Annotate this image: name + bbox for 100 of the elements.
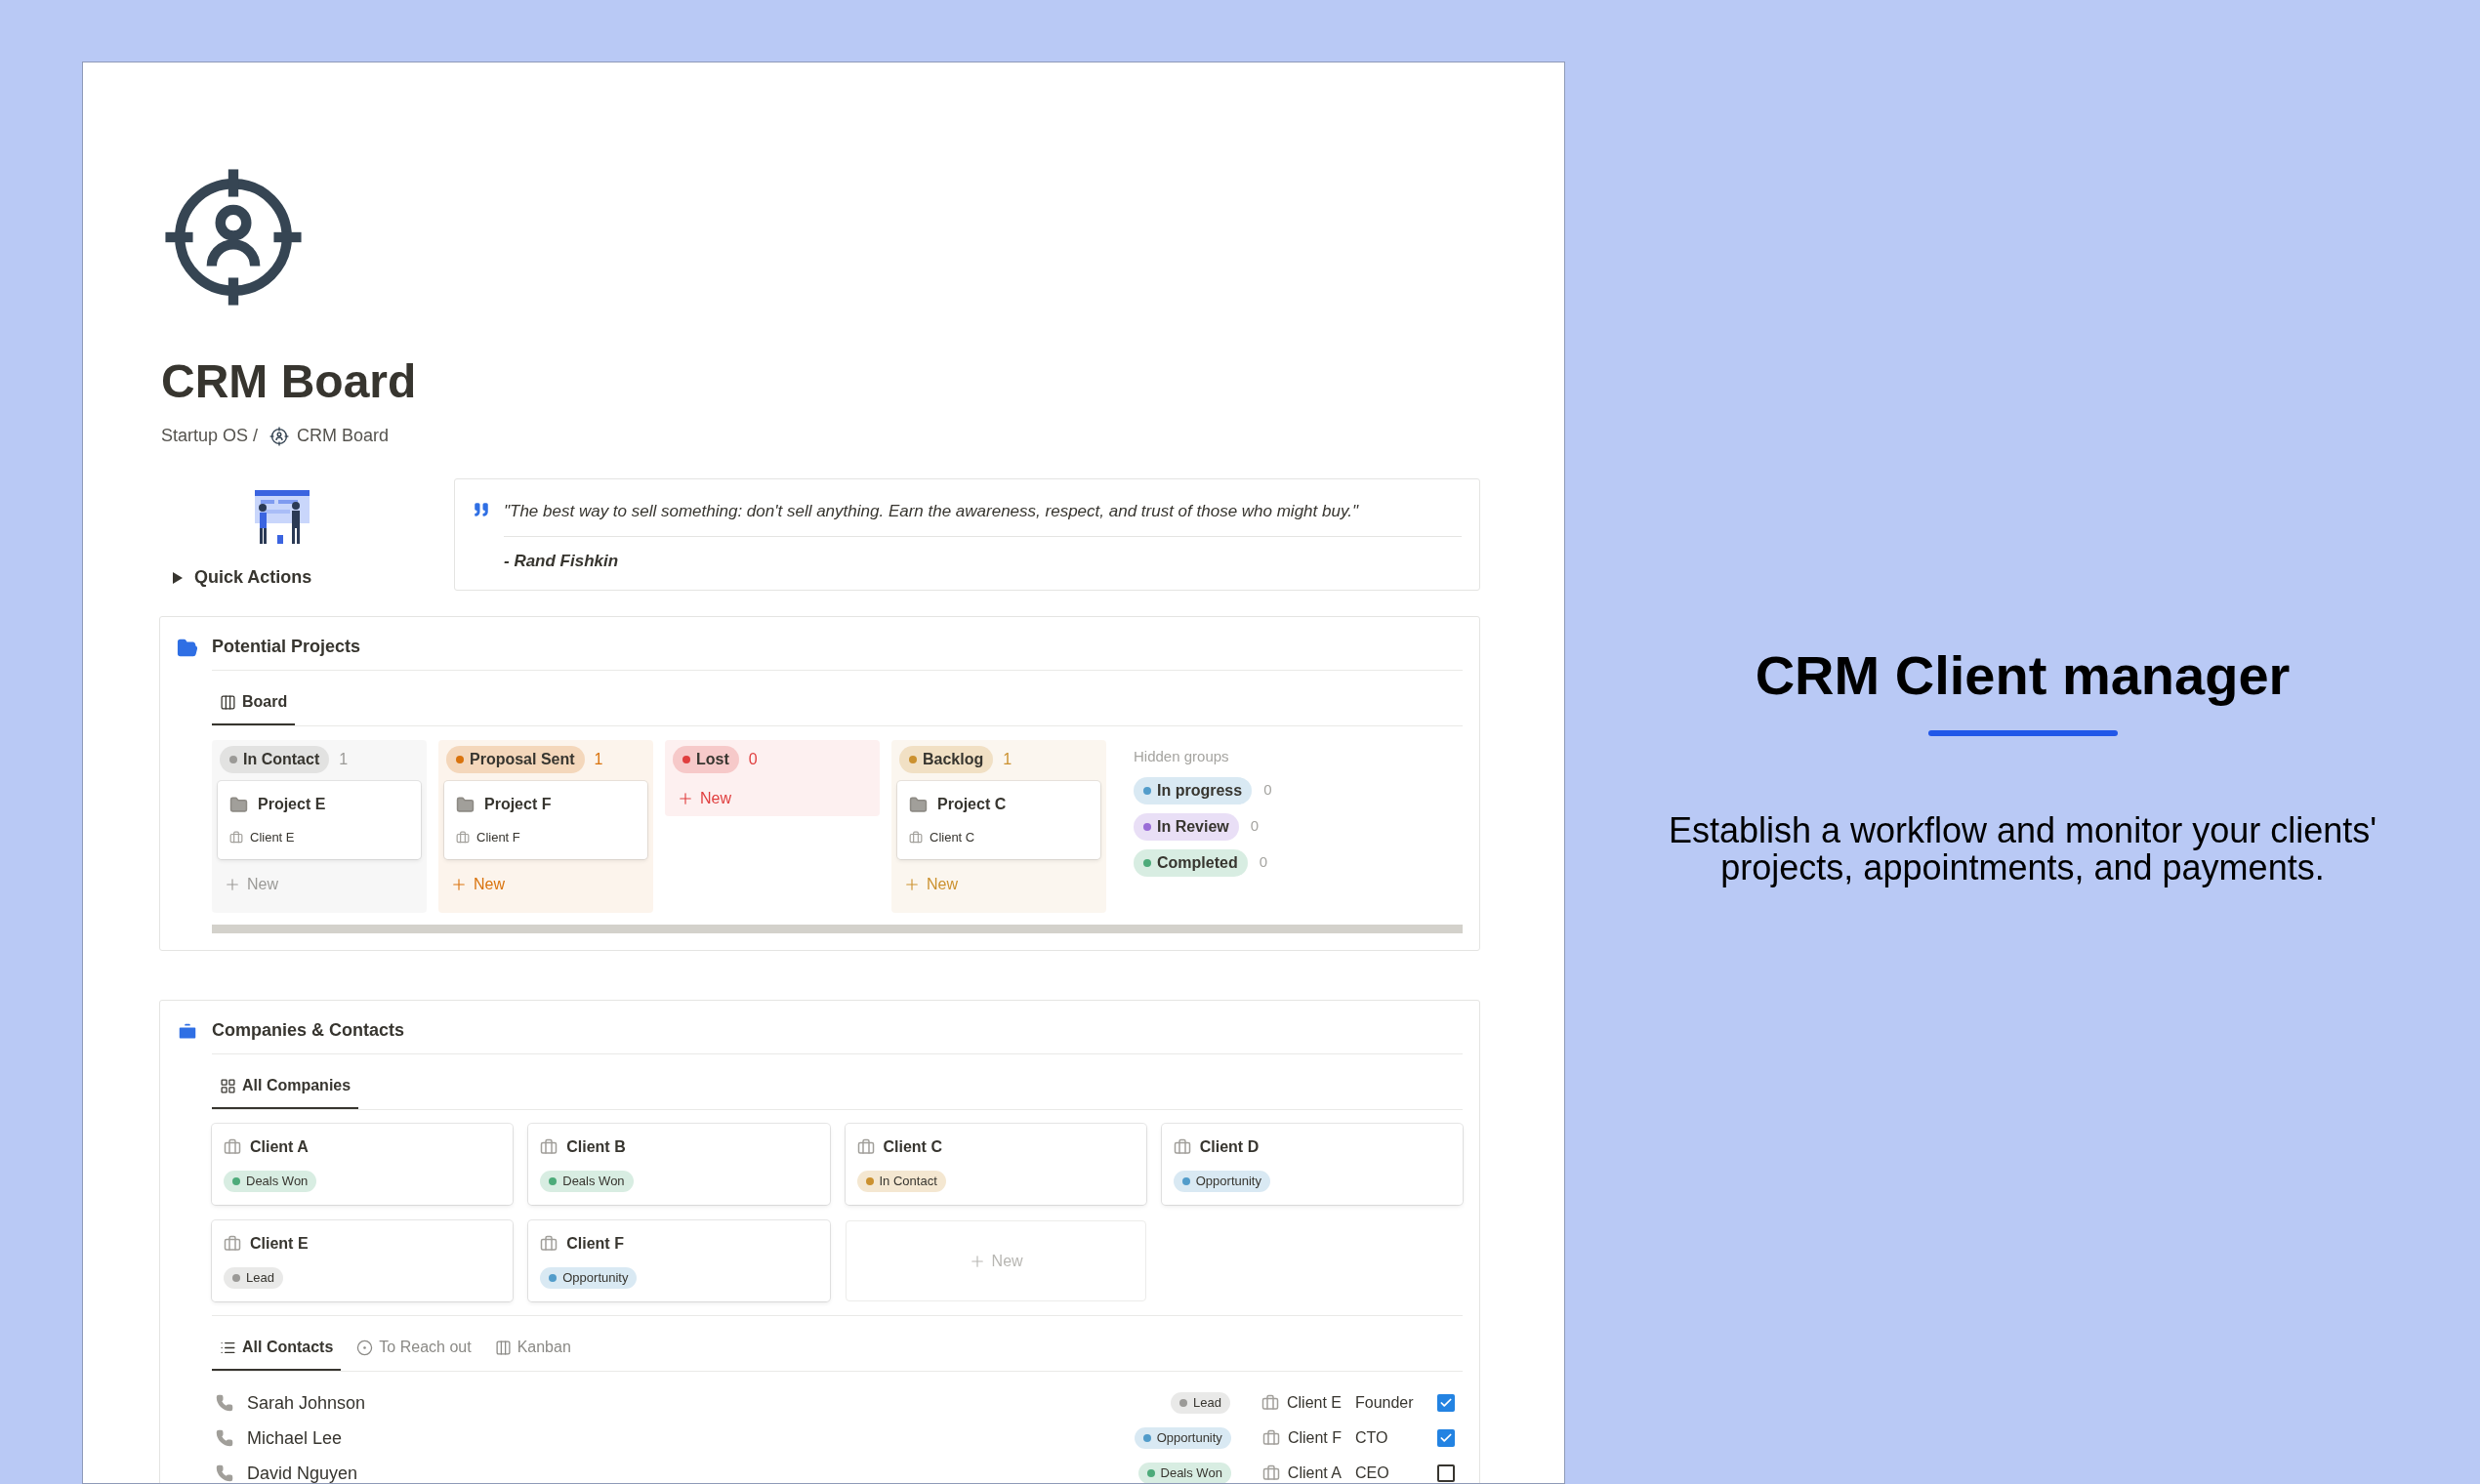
folder-icon [456,795,475,814]
status-tag: Completed [1134,848,1248,877]
group-count: 0 [1259,852,1267,873]
company-name: Client E [250,1234,309,1254]
briefcase-icon [224,1138,241,1156]
check-icon [1439,1431,1453,1445]
briefcase-icon [229,830,243,845]
contact-role: CTO [1355,1428,1389,1448]
project-title: Project F [484,795,552,814]
phone-icon [216,1429,233,1447]
group-count: 0 [748,750,758,769]
checkbox[interactable] [1437,1394,1455,1412]
status-tag: Deals Won [540,1171,634,1192]
company-card[interactable]: Client B Deals Won [528,1124,830,1205]
company-card[interactable]: Client D Opportunity [1161,1124,1463,1205]
status-tag: Lead [224,1267,283,1289]
contact-name[interactable]: David Nguyen [247,1460,1125,1483]
briefcase-icon [540,1138,558,1156]
section-title: Companies & Contacts [212,1017,1463,1054]
status-tag: In progress [1134,776,1253,804]
status-tag: In Contact [856,1171,946,1192]
contact-role: CEO [1355,1463,1390,1483]
view-icon [220,1077,236,1094]
promo-title: CRM Client manager [1755,643,2291,708]
view-tab[interactable]: All Companies [212,1064,359,1109]
status-tag: Deals Won [224,1171,317,1192]
group-count: 0 [1263,780,1272,801]
checkbox[interactable] [1437,1429,1455,1447]
contact-name[interactable]: Michael Lee [247,1424,1121,1452]
company-name: Client B [566,1137,626,1157]
group-count: 0 [1250,816,1260,837]
project-card[interactable]: Project F Client F [444,781,647,859]
group-count: 1 [339,750,349,769]
quote-text: "The best way to sell something: don't sell anything. Earn the awareness, respect, and trust of those who might buy." [504,499,1462,537]
company-name: Client A [250,1137,309,1157]
briefcase-icon [856,1138,875,1156]
status-tag: Deals Won [1137,1463,1231,1483]
briefcase-icon [909,830,923,845]
company-card[interactable]: Client A Deals Won [212,1124,514,1205]
triangle-icon [173,571,183,584]
view-tab[interactable]: All Contacts [212,1326,342,1371]
phone-icon [216,1464,233,1482]
company-card[interactable]: Client E Lead [212,1220,514,1301]
briefcase-icon [224,1235,241,1253]
status-tag: In Review [1134,812,1239,841]
company-link[interactable]: Client F [1287,1426,1342,1450]
contact-role: Founder [1355,1393,1415,1413]
status-tag: Opportunity [1173,1171,1270,1192]
view-tab[interactable]: Board [212,680,296,725]
folder-icon [909,795,928,814]
view-tab[interactable]: To Reach out [349,1326,479,1371]
company-link[interactable]: Client E [1286,1391,1342,1415]
status-tag: Opportunity [540,1267,638,1289]
quote-icon [473,501,490,518]
scrollbar[interactable] [212,925,1463,933]
folder-icon [177,638,198,659]
new-card-button[interactable]: New [671,787,737,810]
group-count: 1 [594,750,603,769]
promo-text: Establish a workflow and monitor your clients' projects, appointments, and payments. [1667,812,2378,886]
breadcrumb-link[interactable]: CRM Board [297,423,390,449]
project-card[interactable]: Project E Client E [218,781,421,859]
breadcrumb-link[interactable]: Startup OS / [161,423,259,449]
company-name: Client C [883,1137,942,1157]
status-tag: In Contact [220,746,330,773]
client-name: Client F [476,829,520,846]
check-icon [1439,1396,1453,1410]
status-tag: Lead [1171,1392,1230,1414]
section-title: Potential Projects [212,634,1463,671]
briefcase-icon [1261,1429,1280,1447]
client-name: Client E [250,829,295,846]
briefcase-icon [177,1021,198,1043]
project-title: Project E [258,795,326,814]
briefcase-icon [540,1235,558,1253]
view-icon [494,1339,512,1356]
view-tab[interactable]: Kanban [486,1326,579,1371]
view-icon [220,693,236,711]
contact-name[interactable]: Sarah Johnson [247,1389,1158,1417]
quote-author: - Rand Fishkin [504,550,620,572]
target-person-icon [269,426,290,446]
quick-actions-toggle[interactable]: Quick Actions [173,564,454,591]
briefcase-icon [456,830,470,845]
status-tag: Proposal Sent [446,746,585,773]
company-link[interactable]: Client A [1287,1462,1342,1483]
company-card[interactable]: Client F Opportunity [528,1220,830,1301]
company-name: Client F [566,1234,624,1254]
briefcase-icon [1173,1138,1191,1156]
checkbox[interactable] [1437,1464,1455,1482]
company-card[interactable]: Client C In Contact [845,1124,1146,1205]
view-icon [356,1339,374,1356]
client-name: Client C [930,829,975,846]
phone-icon [216,1394,233,1412]
project-card[interactable]: Project C Client C [897,781,1100,859]
project-title: Project C [937,795,1007,814]
company-name: Client D [1199,1137,1260,1157]
status-tag: Opportunity [1134,1427,1231,1449]
briefcase-icon [1261,1394,1279,1412]
plus-icon [677,790,694,807]
briefcase-icon [1261,1464,1280,1482]
page-title: CRM Board [161,358,418,405]
hidden-groups-label: Hidden groups [1134,747,1230,766]
